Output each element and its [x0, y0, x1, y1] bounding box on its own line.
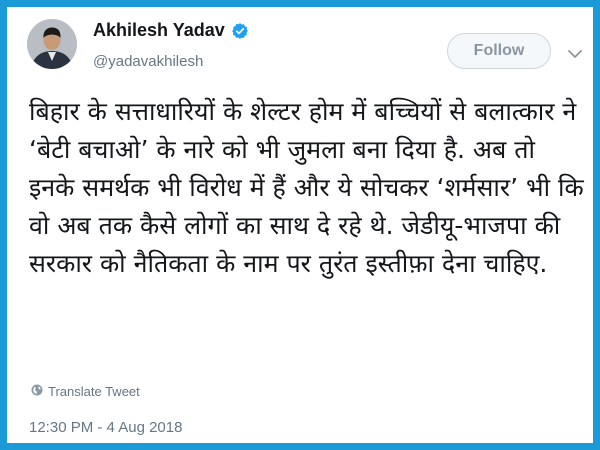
author-handle[interactable]: @yadavakhilesh	[93, 53, 203, 70]
follow-button[interactable]: Follow	[447, 33, 551, 69]
translate-label[interactable]: Translate Tweet	[48, 384, 140, 399]
author-name[interactable]: Akhilesh Yadav	[93, 20, 249, 41]
translate-tweet-link[interactable]: Translate Tweet	[31, 384, 140, 399]
tweet-card: Akhilesh Yadav @yadavakhilesh Follow बिह…	[7, 7, 593, 443]
avatar[interactable]	[27, 19, 77, 69]
timestamp[interactable]: 12:30 PM - 4 Aug 2018	[29, 419, 182, 436]
globe-icon	[31, 384, 48, 399]
chevron-down-icon[interactable]	[567, 45, 583, 58]
tweet-text: बिहार के सत्ताधारियों के शेल्टर होम में …	[29, 97, 584, 278]
verified-badge-icon	[231, 22, 249, 40]
author-name-text[interactable]: Akhilesh Yadav	[93, 20, 225, 41]
